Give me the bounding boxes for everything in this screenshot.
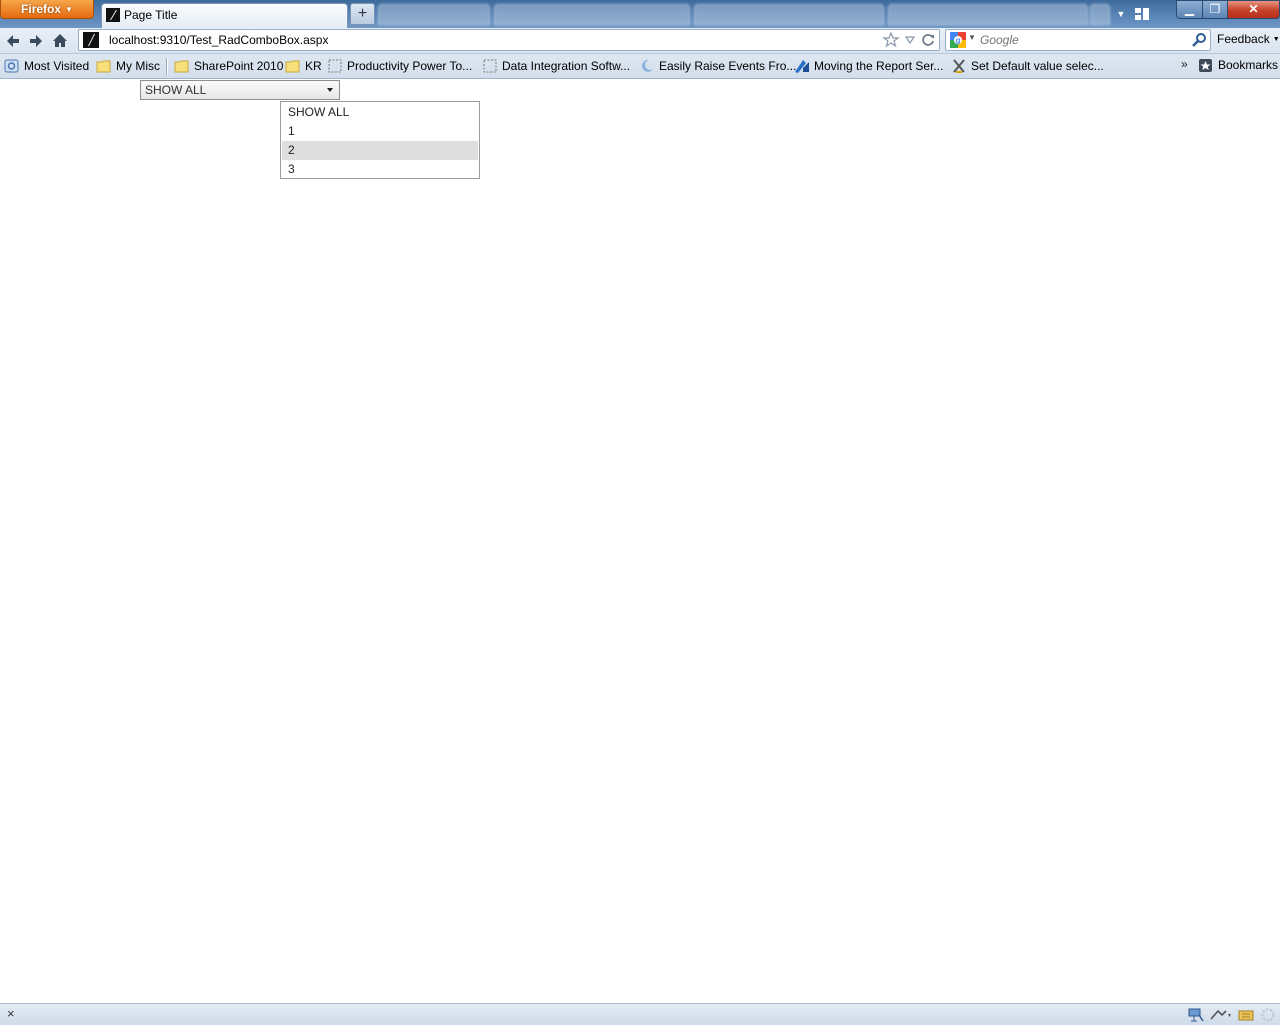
- url-bar[interactable]: localhost:9310/Test_RadComboBox.aspx: [78, 29, 940, 51]
- page-icon: [482, 58, 498, 74]
- tab-groups-button[interactable]: [1132, 4, 1152, 24]
- reload-icon[interactable]: [920, 32, 936, 51]
- feedback-label: Feedback: [1217, 32, 1270, 46]
- sync-icon[interactable]: [1238, 1007, 1254, 1023]
- bookmark-star-icon[interactable]: [882, 31, 900, 52]
- home-icon: [53, 34, 67, 47]
- combo-option-1[interactable]: 1: [282, 122, 478, 141]
- window-controls: ▁ ❐ ✕: [1176, 0, 1280, 19]
- site-identity-icon[interactable]: [83, 32, 99, 51]
- network-monitor-icon[interactable]: [1188, 1007, 1204, 1023]
- bookmarks-star-icon: [1198, 58, 1213, 76]
- page-content: SHOW ALL 1 2 3: [0, 79, 1280, 1003]
- close-window-button[interactable]: ✕: [1227, 0, 1280, 19]
- tab-groups-icon: [1135, 8, 1149, 20]
- engine-dropdown-icon[interactable]: ▼: [968, 33, 976, 42]
- close-icon: ✕: [1248, 2, 1259, 16]
- bookmark-label: Set Default value selec...: [971, 59, 1104, 73]
- combo-input[interactable]: [141, 81, 319, 99]
- bookmark-label: Data Integration Softw...: [502, 59, 631, 73]
- maximize-button[interactable]: ❐: [1202, 0, 1228, 19]
- url-text[interactable]: localhost:9310/Test_RadComboBox.aspx: [109, 33, 328, 47]
- background-tab[interactable]: [378, 4, 490, 25]
- bookmark-label: Most Visited: [24, 59, 90, 73]
- combo-dropdown-arrow-icon[interactable]: [321, 81, 339, 99]
- report-icon: [794, 58, 810, 74]
- bookmarks-menu-label: Bookmarks: [1218, 58, 1279, 72]
- title-bar: Firefox ▼ Page Title + ▼ ▁ ❐ ✕: [0, 0, 1280, 28]
- bookmarks-menu-button[interactable]: Bookmarks: [1198, 58, 1278, 72]
- chevron-down-icon: ▼: [1272, 36, 1280, 43]
- url-history-dropdown-icon[interactable]: [904, 33, 916, 50]
- tab-title: Page Title: [124, 8, 178, 22]
- search-bar: g ▼: [945, 29, 1211, 51]
- back-arrow-icon: [7, 35, 19, 47]
- svg-text:g: g: [956, 36, 961, 45]
- bookmark-label: Moving the Report Ser...: [814, 59, 944, 73]
- restore-icon: ❐: [1209, 2, 1221, 16]
- background-tab[interactable]: [694, 4, 884, 25]
- page-icon: [327, 58, 343, 74]
- site-favicon-icon: [106, 8, 120, 25]
- new-tab-plus-icon: +: [357, 5, 368, 22]
- bookmark-label: My Misc: [116, 59, 160, 73]
- tab-scroll-button[interactable]: [1090, 4, 1110, 25]
- loading-spinner-icon: [1260, 1007, 1276, 1023]
- folder-icon: [285, 58, 301, 74]
- bookmark-label: KR: [305, 59, 322, 73]
- firefox-menu-label: Firefox: [21, 2, 62, 16]
- search-input[interactable]: [980, 32, 1180, 48]
- background-tab[interactable]: [494, 4, 690, 25]
- bookmark-label: Easily Raise Events Fro...: [659, 59, 797, 73]
- bookmark-label: SharePoint 2010: [194, 59, 284, 73]
- search-icon[interactable]: [1191, 32, 1207, 51]
- forward-button[interactable]: [26, 31, 46, 51]
- smart-folder-icon: [4, 58, 20, 74]
- feedback-button[interactable]: Feedback ▼: [1217, 32, 1280, 46]
- combo-option-3[interactable]: 3: [282, 160, 478, 179]
- back-button[interactable]: [3, 31, 23, 51]
- list-all-tabs-button[interactable]: ▼: [1114, 6, 1128, 22]
- close-status-icon[interactable]: ×: [7, 1006, 15, 1021]
- folder-icon: [174, 58, 190, 74]
- status-bar: ×: [0, 1003, 1280, 1025]
- bookmarks-toolbar: Most Visited My Misc SharePoint 2010 KR …: [0, 54, 1280, 79]
- tab-page-title[interactable]: Page Title: [101, 3, 348, 28]
- minimize-button[interactable]: ▁: [1176, 0, 1203, 19]
- bookmarks-overflow-button[interactable]: »: [1181, 57, 1188, 71]
- xda-icon: [951, 58, 967, 74]
- firefox-menu-button[interactable]: Firefox ▼: [0, 0, 94, 19]
- bookmark-label: Productivity Power To...: [347, 59, 473, 73]
- combo-option-2[interactable]: 2: [282, 141, 478, 160]
- combo-option-show-all[interactable]: SHOW ALL: [282, 103, 478, 122]
- new-tab-button[interactable]: +: [350, 3, 375, 25]
- minimize-icon: ▁: [1184, 2, 1195, 16]
- forward-arrow-icon: [30, 35, 42, 47]
- combo-dropdown-list: SHOW ALL 1 2 3: [280, 101, 480, 179]
- chevron-down-icon: ▼: [65, 5, 73, 14]
- rad-combo-box[interactable]: [140, 80, 340, 100]
- home-button[interactable]: [50, 31, 70, 51]
- moon-icon: [639, 58, 655, 74]
- background-tab[interactable]: [888, 4, 1088, 25]
- addon-bar-icon[interactable]: [1210, 1007, 1231, 1023]
- bookmarks-separator: [166, 58, 168, 75]
- google-engine-icon[interactable]: g: [950, 32, 966, 51]
- folder-icon: [96, 58, 112, 74]
